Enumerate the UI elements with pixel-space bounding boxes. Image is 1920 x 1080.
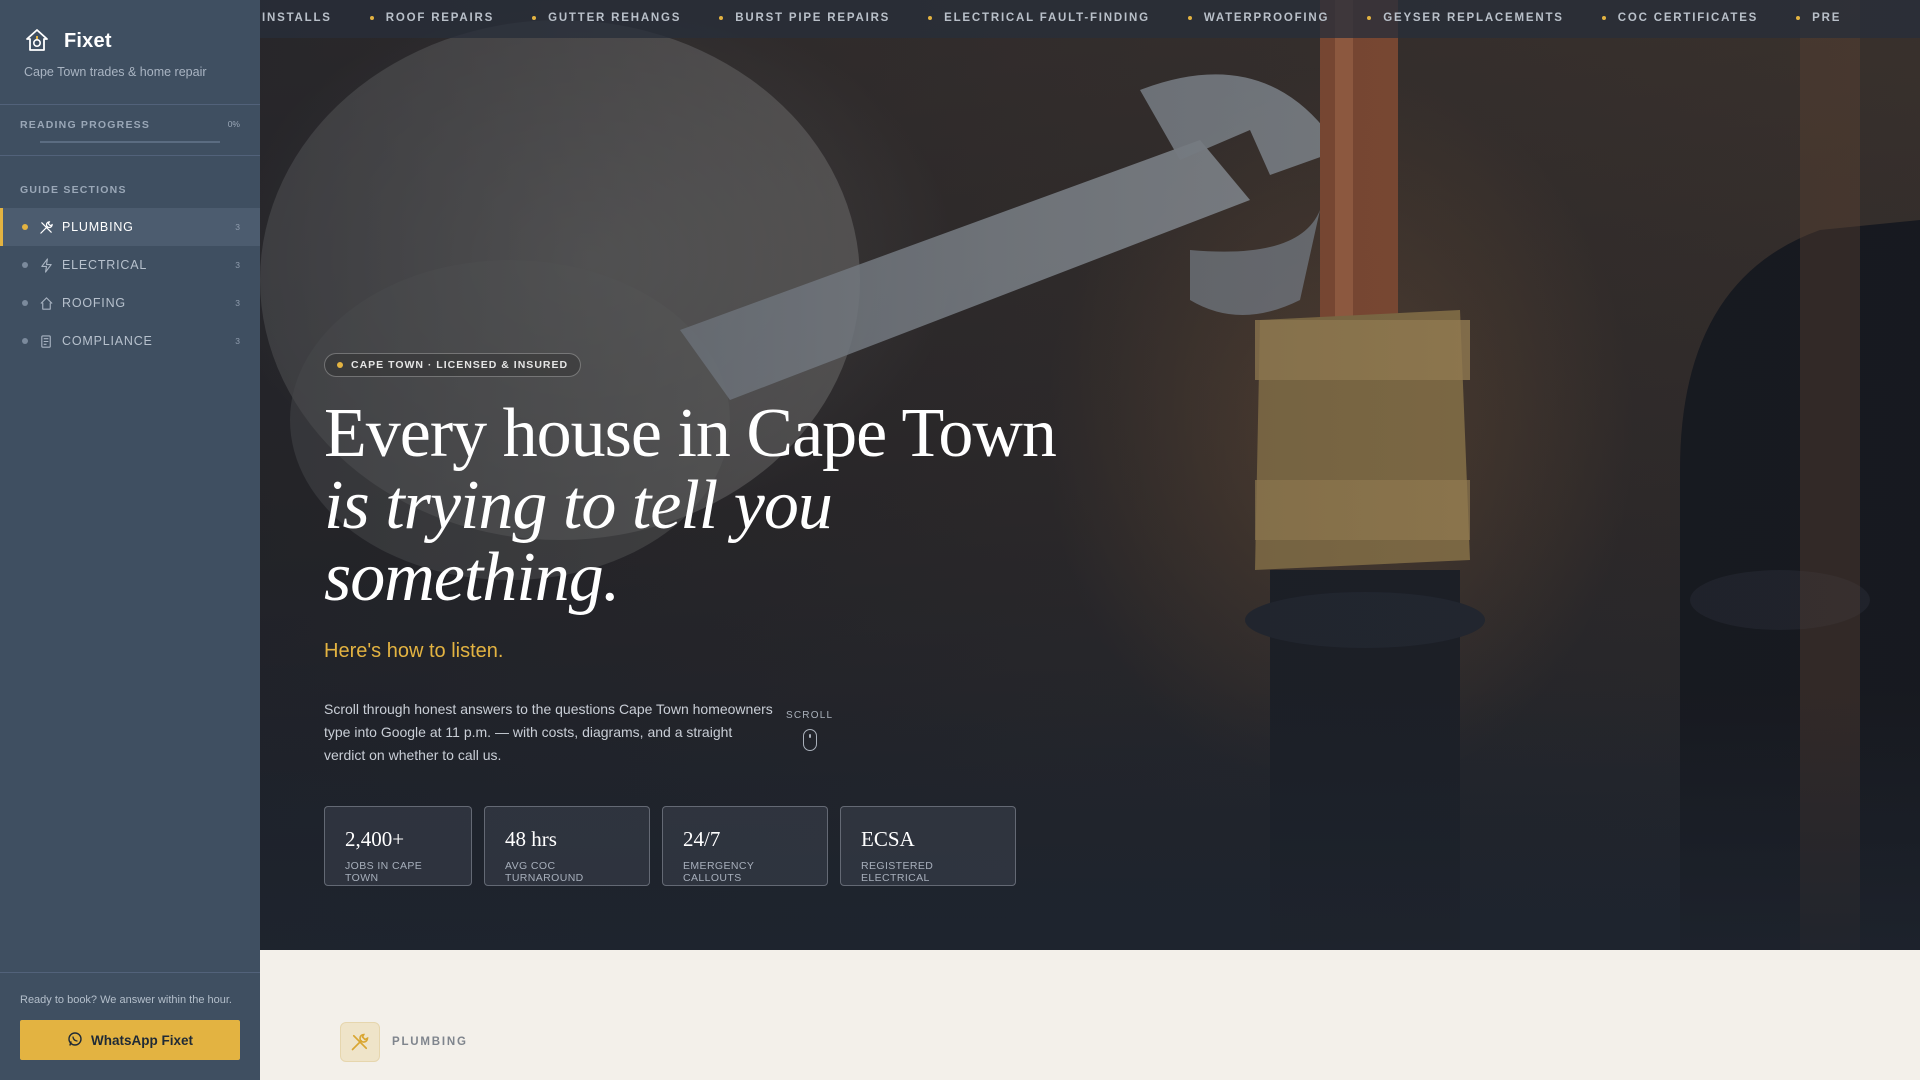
divider [0, 104, 260, 105]
sidebar-item-count: 3 [235, 222, 240, 232]
dot [22, 338, 28, 344]
sidebar-item-count: 3 [235, 298, 240, 308]
ticker-item: WATERPROOFING [1187, 12, 1329, 24]
stat-label: EMERGENCY CALLOUTS [683, 860, 755, 884]
ticker-item: ROOF REPAIRS [369, 12, 494, 24]
bullet-dot [369, 16, 374, 20]
stat-card: 24/7 EMERGENCY CALLOUTS [662, 806, 828, 886]
wrench-house-logo-icon [24, 28, 50, 54]
stat-card: ECSA REGISTERED ELECTRICAL [840, 806, 1016, 886]
ticker-item: GUTTER REHANGS [532, 12, 681, 24]
location-badge: CAPE TOWN · LICENSED & INSURED [324, 353, 582, 377]
ticker-item: ELECTRICAL FAULT-FINDING [928, 12, 1150, 24]
bullet-dot [1367, 16, 1372, 20]
sidebar-item-count: 3 [235, 336, 240, 346]
bullet-dot [719, 16, 724, 20]
bullet-dot [1187, 16, 1192, 20]
stat-card: 48 hrs AVG COC TURNAROUND [484, 806, 650, 886]
badge-dot [337, 362, 343, 368]
scroll-label: SCROLL [786, 710, 834, 721]
ticker-item: BURST PIPE REPAIRS [719, 12, 890, 24]
sidebar-item-roofing[interactable]: ROOFING 3 [0, 284, 260, 322]
stat-value: 24/7 [683, 827, 721, 851]
ticker-track: INSTALLS ROOF REPAIRS GUTTER REHANGS BUR… [262, 12, 1879, 24]
dot [22, 262, 28, 268]
whatsapp-button[interactable]: WhatsApp Fixet [20, 1020, 240, 1060]
headline-line-3: something. [324, 539, 620, 616]
divider [0, 972, 260, 973]
document-icon [38, 333, 54, 349]
brand-name: Fixet [64, 29, 112, 52]
sidebar-item-compliance[interactable]: COMPLIANCE 3 [0, 322, 260, 360]
stat-label: JOBS IN CAPE TOWN [345, 860, 423, 884]
section-label: PLUMBING [392, 1036, 468, 1048]
cta-text: Ready to book? We answer within the hour… [20, 994, 232, 1006]
sidebar-item-label: PLUMBING [62, 220, 134, 234]
lightning-icon [38, 257, 54, 273]
badge-text: CAPE TOWN · LICENSED & INSURED [351, 359, 569, 371]
bullet-dot [1601, 16, 1606, 20]
stat-card: 2,400+ JOBS IN CAPE TOWN [324, 806, 472, 886]
stats-row: 2,400+ JOBS IN CAPE TOWN 48 hrs AVG COC … [324, 806, 1016, 886]
bullet-dot [1796, 16, 1801, 20]
hero: INSTALLS ROOF REPAIRS GUTTER REHANGS BUR… [260, 0, 1920, 950]
guide-sections-label: GUIDE SECTIONS [20, 184, 127, 196]
sidebar-item-label: ELECTRICAL [62, 258, 148, 272]
reading-progress-value: 0% [227, 119, 240, 129]
hero-headline: Every house in Cape Town is trying to te… [324, 398, 1224, 614]
services-ticker: INSTALLS ROOF REPAIRS GUTTER REHANGS BUR… [260, 0, 1920, 38]
ticker-item: PRE [1796, 12, 1841, 24]
stat-label: REGISTERED ELECTRICAL [861, 860, 934, 884]
scroll-hint[interactable]: SCROLL [786, 710, 833, 751]
divider [0, 155, 260, 156]
sidebar-item-label: ROOFING [62, 296, 126, 310]
guide-sections-nav: PLUMBING 3 ELECTRICAL 3 ROOFING 3 COMPLI… [0, 208, 260, 360]
tools-icon [38, 219, 54, 235]
headline-line-1: Every house in Cape Town [324, 395, 1057, 472]
sidebar: Fixet Cape Town trades & home repair REA… [0, 0, 260, 1080]
active-dot [22, 224, 28, 230]
stat-value: 2,400+ [345, 827, 405, 851]
mouse-icon [802, 729, 817, 751]
dot [22, 300, 28, 306]
hero-subhead: Here's how to listen. [324, 640, 504, 662]
section-heading: PLUMBING [340, 1022, 468, 1062]
ticker-item: COC CERTIFICATES [1601, 12, 1758, 24]
reading-progress-label: READING PROGRESS [20, 119, 151, 131]
sidebar-item-label: COMPLIANCE [62, 334, 153, 348]
brand-tagline: Cape Town trades & home repair [24, 65, 207, 79]
stat-value: 48 hrs [505, 827, 557, 851]
bullet-dot [928, 16, 933, 20]
bullet-dot [532, 16, 537, 20]
whatsapp-icon [67, 1031, 83, 1050]
reading-progress-bar [40, 141, 220, 143]
whatsapp-button-label: WhatsApp Fixet [90, 1032, 193, 1048]
sidebar-item-count: 3 [235, 260, 240, 270]
ticker-item: GEYSER REPLACEMENTS [1367, 12, 1564, 24]
brand[interactable]: Fixet [24, 28, 112, 54]
stat-value: ECSA [861, 827, 915, 851]
plumbing-section: PLUMBING [260, 950, 1920, 1080]
headline-line-2: is trying to tell you [324, 467, 833, 544]
sidebar-item-plumbing[interactable]: PLUMBING 3 [0, 208, 260, 246]
stat-label: AVG COC TURNAROUND [505, 860, 584, 884]
ticker-item: INSTALLS [262, 12, 332, 24]
hero-body: Scroll through honest answers to the que… [324, 701, 773, 763]
tools-icon [340, 1022, 380, 1062]
house-icon [38, 295, 54, 311]
sidebar-item-electrical[interactable]: ELECTRICAL 3 [0, 246, 260, 284]
